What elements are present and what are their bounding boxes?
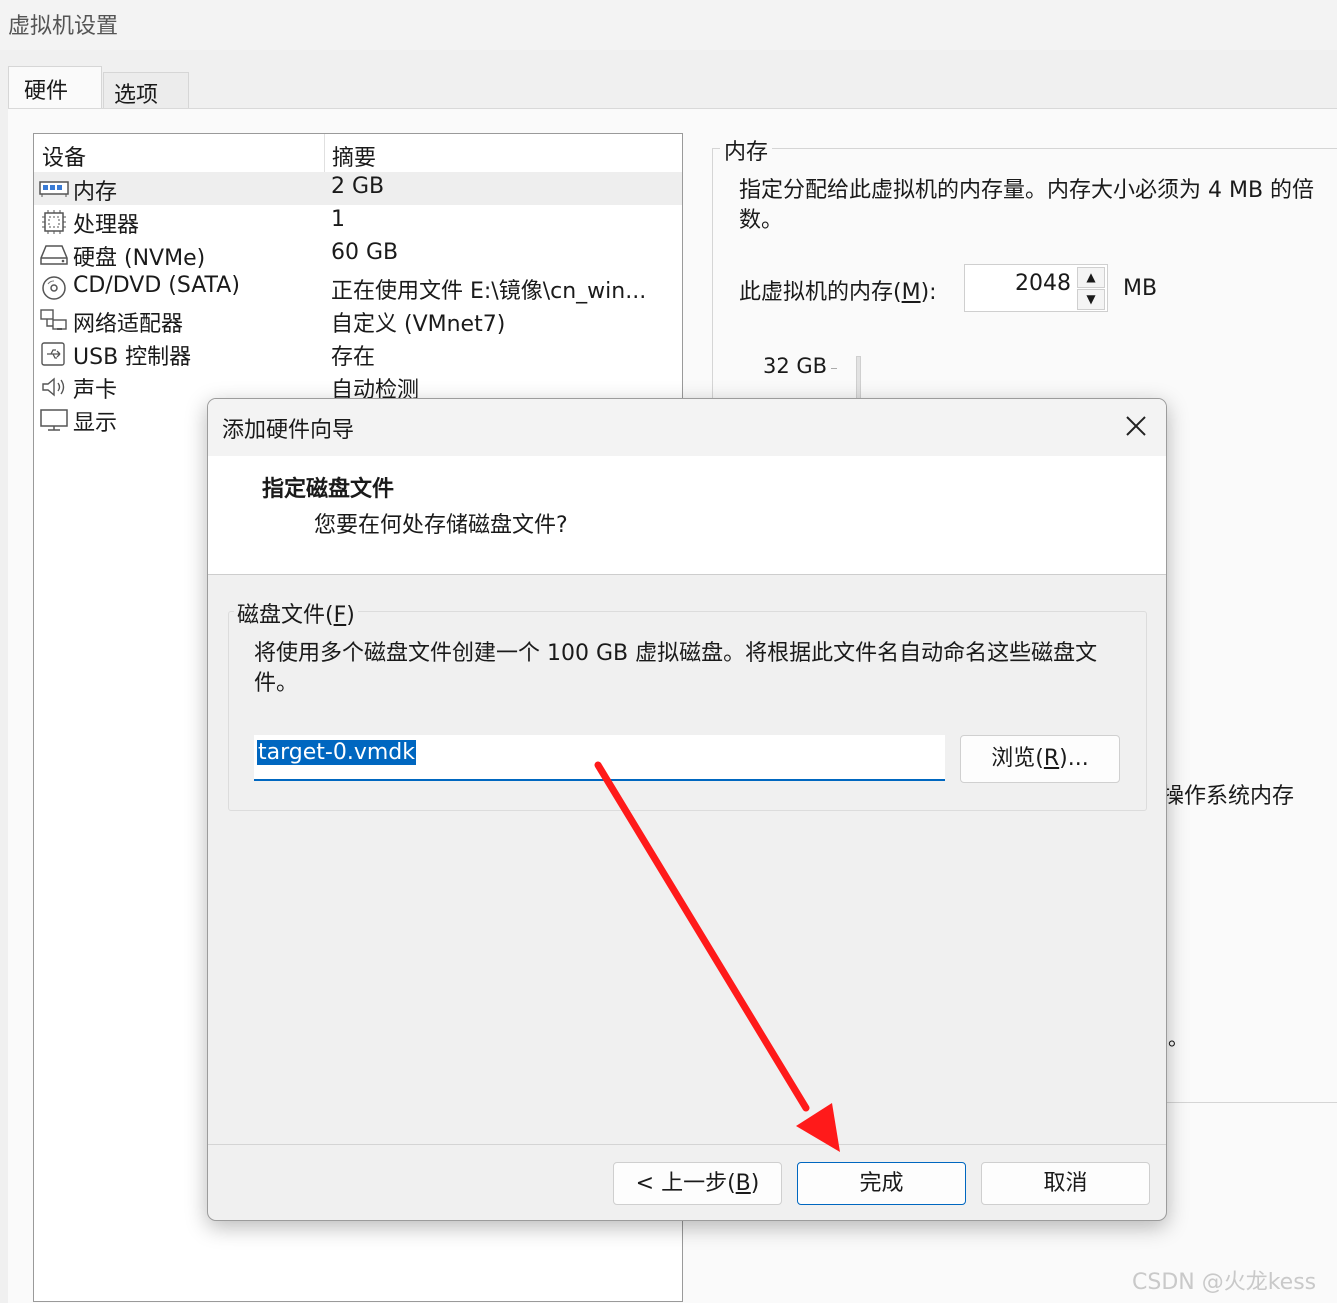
device-row-hard-disk[interactable]: 硬盘 (NVMe) 60 GB <box>34 238 682 271</box>
memory-partial-text: 操作系统内存 <box>1162 784 1295 809</box>
caret-down-icon: ▼ <box>1086 292 1096 306</box>
device-name: 硬盘 (NVMe) <box>73 246 206 271</box>
device-row-memory[interactable]: 内存 2 GB <box>34 172 682 205</box>
disk-file-input[interactable]: target-0.vmdk <box>254 735 945 781</box>
device-summary: 60 GB <box>331 240 399 265</box>
dialog-footer-separator <box>208 1144 1166 1145</box>
finish-button[interactable]: 完成 <box>797 1162 966 1205</box>
cancel-button[interactable]: 取消 <box>981 1162 1150 1205</box>
window-title: 虚拟机设置 <box>8 14 119 39</box>
memory-size-spinner[interactable]: 2048 ▲ ▼ <box>964 264 1108 312</box>
spin-down-button[interactable]: ▼ <box>1077 289 1105 310</box>
usb-icon <box>41 342 65 366</box>
memory-partial-text: 。 <box>1168 1026 1188 1050</box>
memory-size-value[interactable]: 2048 <box>1015 271 1071 296</box>
device-summary: 正在使用文件 E:\镜像\cn_win... <box>331 279 647 304</box>
memory-group-title: 内存 <box>720 134 773 166</box>
browse-button[interactable]: 浏览(R)... <box>960 735 1120 783</box>
device-name: CD/DVD (SATA) <box>73 273 240 298</box>
dialog-title: 添加硬件向导 <box>222 418 355 443</box>
device-name: 显示 <box>73 411 118 436</box>
memory-description: 指定分配给此虚拟机的内存量。内存大小必须为 4 MB 的倍数。 <box>739 178 1315 233</box>
watermark: CSDN @火龙kess <box>1132 1270 1317 1295</box>
device-name: 处理器 <box>73 213 140 238</box>
device-name: 网络适配器 <box>73 312 184 337</box>
column-header-summary[interactable]: 摘要 <box>332 140 376 172</box>
column-separator[interactable] <box>324 134 325 172</box>
close-icon[interactable] <box>1114 407 1158 447</box>
dialog-titlebar: 添加硬件向导 <box>208 399 1166 456</box>
device-summary: 1 <box>331 207 345 232</box>
add-hardware-wizard-dialog: 添加硬件向导 指定磁盘文件 您要在何处存储磁盘文件? 磁盘文件(F) 将使用多个… <box>207 398 1167 1221</box>
device-row-cd-dvd[interactable]: CD/DVD (SATA) 正在使用文件 E:\镜像\cn_win... <box>34 271 682 304</box>
caret-up-icon: ▲ <box>1086 270 1096 284</box>
device-row-network-adapter[interactable]: 网络适配器 自定义 (VMnet7) <box>34 304 682 337</box>
back-button[interactable]: < 上一步(B) <box>613 1162 782 1205</box>
device-name: USB 控制器 <box>73 345 192 370</box>
tab-options[interactable]: 选项 <box>103 72 189 109</box>
dialog-header: 指定磁盘文件 您要在何处存储磁盘文件? <box>208 456 1166 575</box>
hard-disk-icon <box>40 245 68 265</box>
tab-hardware[interactable]: 硬件 <box>8 66 102 109</box>
memory-icon <box>39 181 69 197</box>
sound-card-icon <box>42 377 65 397</box>
tab-bar: 硬件 选项 <box>0 50 1337 109</box>
device-summary: 2 GB <box>331 174 385 199</box>
disk-file-name-selected[interactable]: target-0.vmdk <box>257 740 416 765</box>
memory-size-label: 此虚拟机的内存(M): <box>739 280 937 305</box>
display-icon <box>40 409 68 431</box>
device-name: 内存 <box>73 180 118 205</box>
memory-scale-tick <box>831 368 837 369</box>
column-header-device[interactable]: 设备 <box>42 140 86 172</box>
device-summary: 自定义 (VMnet7) <box>331 312 506 337</box>
processor-icon <box>42 210 66 234</box>
window-titlebar: 虚拟机设置 <box>0 0 1337 50</box>
memory-scale-label: 32 GB <box>763 354 828 378</box>
network-adapter-icon <box>40 309 67 330</box>
device-name: 声卡 <box>73 378 118 403</box>
memory-group-border <box>712 148 1337 149</box>
memory-unit: MB <box>1123 276 1158 301</box>
memory-slider-track[interactable] <box>856 356 861 402</box>
device-row-processor[interactable]: 处理器 1 <box>34 205 682 238</box>
disk-file-description: 将使用多个磁盘文件创建一个 100 GB 虚拟磁盘。将根据此文件名自动命名这些磁… <box>254 641 1098 696</box>
disk-file-group-title: 磁盘文件(F) <box>234 597 358 629</box>
device-summary: 存在 <box>331 345 376 370</box>
device-list-header: 设备 摘要 <box>34 134 682 172</box>
wizard-step-subtitle: 您要在何处存储磁盘文件? <box>314 513 568 538</box>
spin-up-button[interactable]: ▲ <box>1077 267 1105 288</box>
cd-dvd-icon <box>42 276 66 300</box>
wizard-step-title: 指定磁盘文件 <box>262 477 395 502</box>
device-row-usb-controller[interactable]: USB 控制器 存在 <box>34 337 682 370</box>
